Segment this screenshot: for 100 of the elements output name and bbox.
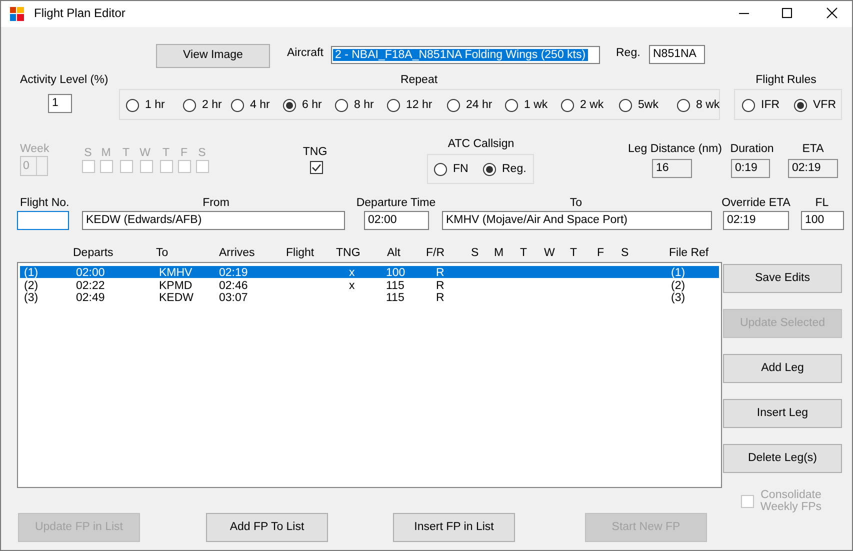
bottom-button[interactable]: Insert FP in List xyxy=(393,513,515,542)
list-cell-text: (3) xyxy=(24,292,38,306)
list-cell-text: (3) xyxy=(671,292,686,306)
list-cell-text: (1) xyxy=(24,266,38,280)
field-label: Flight Rules xyxy=(754,74,818,88)
eta-field[interactable]: 02:19 xyxy=(788,159,838,178)
to-field[interactable]: KMHV (Mojave/Air And Space Port) xyxy=(442,211,712,230)
close-icon[interactable] xyxy=(826,7,838,19)
field-label: Week xyxy=(20,143,50,157)
side-button[interactable]: Insert Leg xyxy=(723,399,842,428)
list-cell-text: R xyxy=(436,266,444,281)
field-label: Departure Time xyxy=(356,197,436,211)
field-label: Flight No. xyxy=(20,197,70,211)
selected-row-highlight[interactable]: (1) 02:00 KMHV 02:19 x 100 R (1) xyxy=(20,266,719,278)
side-button[interactable]: Add Leg xyxy=(723,354,842,383)
list-cell-text: x xyxy=(349,278,355,294)
radio-option[interactable]: 5wk xyxy=(619,97,658,114)
list-cell-text: (2) xyxy=(24,278,38,292)
override-eta-field[interactable]: 02:19 xyxy=(723,211,789,230)
field-label: To xyxy=(568,197,584,211)
radio-option[interactable]: 2 hr xyxy=(183,97,222,114)
field-label: Duration xyxy=(729,143,775,157)
field-label: From xyxy=(202,197,230,211)
list-cell-text: 02:00 xyxy=(76,266,105,281)
list-cell-text: R xyxy=(436,291,444,306)
flight-no-field[interactable] xyxy=(17,211,69,230)
list-cell-text: KMHV xyxy=(159,266,192,281)
day-label: W xyxy=(138,147,152,161)
radio-option[interactable]: 12 hr xyxy=(387,97,432,114)
radio-option[interactable]: 1 hr xyxy=(126,97,165,114)
field-label: Aircraft xyxy=(287,47,324,61)
list-cell-text: 115 xyxy=(386,278,404,293)
column-header: Alt xyxy=(387,247,400,261)
column-header: S xyxy=(471,247,479,261)
radio-option[interactable]: 1 wk xyxy=(505,97,548,114)
window-title: Flight Plan Editor xyxy=(34,6,126,20)
radio-option[interactable]: 24 hr xyxy=(447,97,492,114)
list-cell-text: 100 xyxy=(386,266,406,281)
list-cell-text: R xyxy=(436,278,444,293)
column-header: TNG xyxy=(336,247,360,261)
list-cell-text: 03:07 xyxy=(219,291,248,306)
list-cell-text: x xyxy=(349,266,355,281)
checkbox-label: Consolidate Weekly FPs xyxy=(760,489,822,513)
departure-time-field[interactable]: 02:00 xyxy=(364,211,429,230)
column-header: T xyxy=(570,247,578,261)
reg-field[interactable]: N851NA xyxy=(649,45,705,64)
list-cell-text: (1) xyxy=(671,266,686,280)
aircraft-field[interactable]: 2 - NBAI_F18A_N851NA Folding Wings (250 kts) xyxy=(331,46,600,64)
column-header: M xyxy=(494,247,504,261)
field-label: FL xyxy=(814,197,830,211)
radio-option[interactable]: 4 hr xyxy=(231,97,270,114)
day-label: T xyxy=(121,147,131,161)
field-label: Repeat xyxy=(399,74,439,88)
side-button[interactable]: Delete Leg(s) xyxy=(723,444,842,473)
column-header: W xyxy=(544,247,555,261)
radio-option[interactable]: 8 hr xyxy=(335,97,374,114)
list-cell-text: 115 xyxy=(386,291,404,306)
bottom-button[interactable]: Add FP To List xyxy=(206,513,328,542)
radio-option[interactable]: VFR xyxy=(794,97,836,114)
duration-field[interactable]: 0:19 xyxy=(731,159,770,178)
column-header: Flight xyxy=(286,247,314,261)
list-cell-text: 02:22 xyxy=(76,278,105,293)
activity-field[interactable]: 1 xyxy=(48,94,72,113)
legs-list[interactable]: (1) 02:00 KMHV 02:19 x 100 R (1) (2) 02:22 KPMD 02:46 x 115 R (2) (3) 02:49 KEDW 03:07 115 R (3) xyxy=(17,262,722,488)
field-label: Reg. xyxy=(616,47,640,61)
radio-option[interactable]: FN xyxy=(434,161,468,178)
from-field[interactable]: KEDW (Edwards/AFB) xyxy=(82,211,345,230)
distance-field[interactable]: 16 xyxy=(652,159,692,178)
radio-option[interactable]: Reg. xyxy=(483,161,526,178)
radio-option[interactable]: IFR xyxy=(742,97,780,114)
fl-field[interactable]: 100 xyxy=(801,211,844,230)
field-label: ETA xyxy=(801,143,825,157)
side-button[interactable]: Save Edits xyxy=(723,264,842,293)
list-cell-text: 02:46 xyxy=(219,278,248,293)
column-header: F xyxy=(597,247,604,261)
day-label: S xyxy=(197,147,207,161)
column-header: S xyxy=(621,247,629,261)
day-label: F xyxy=(179,147,189,161)
column-header: To xyxy=(156,247,168,261)
column-header: T xyxy=(520,247,528,261)
app-icon xyxy=(9,6,25,22)
radio-option[interactable]: 6 hr xyxy=(283,97,322,114)
view-image-button[interactable]: View Image xyxy=(156,44,270,68)
field-label: Leg Distance (nm) xyxy=(627,143,723,157)
field-label: ATC Callsign xyxy=(446,138,516,152)
list-cell-text: (2) xyxy=(671,278,686,292)
field-label: Activity Level (%) xyxy=(20,74,108,88)
column-header: Departs xyxy=(73,247,114,261)
list-cell-text: 02:49 xyxy=(76,291,105,306)
list-cell-text: 02:19 xyxy=(219,266,248,281)
day-label: M xyxy=(100,147,112,161)
radio-option[interactable]: 8 wk xyxy=(677,97,720,114)
list-cell-text: KPMD xyxy=(159,278,192,293)
maximize-icon[interactable] xyxy=(781,7,793,19)
column-header: F/R xyxy=(426,247,445,261)
tng-checkbox[interactable] xyxy=(310,161,323,174)
column-header: Arrives xyxy=(219,247,255,261)
field-label: Override ETA xyxy=(721,197,791,211)
day-label: T xyxy=(161,147,171,161)
radio-option[interactable]: 2 wk xyxy=(561,97,604,114)
